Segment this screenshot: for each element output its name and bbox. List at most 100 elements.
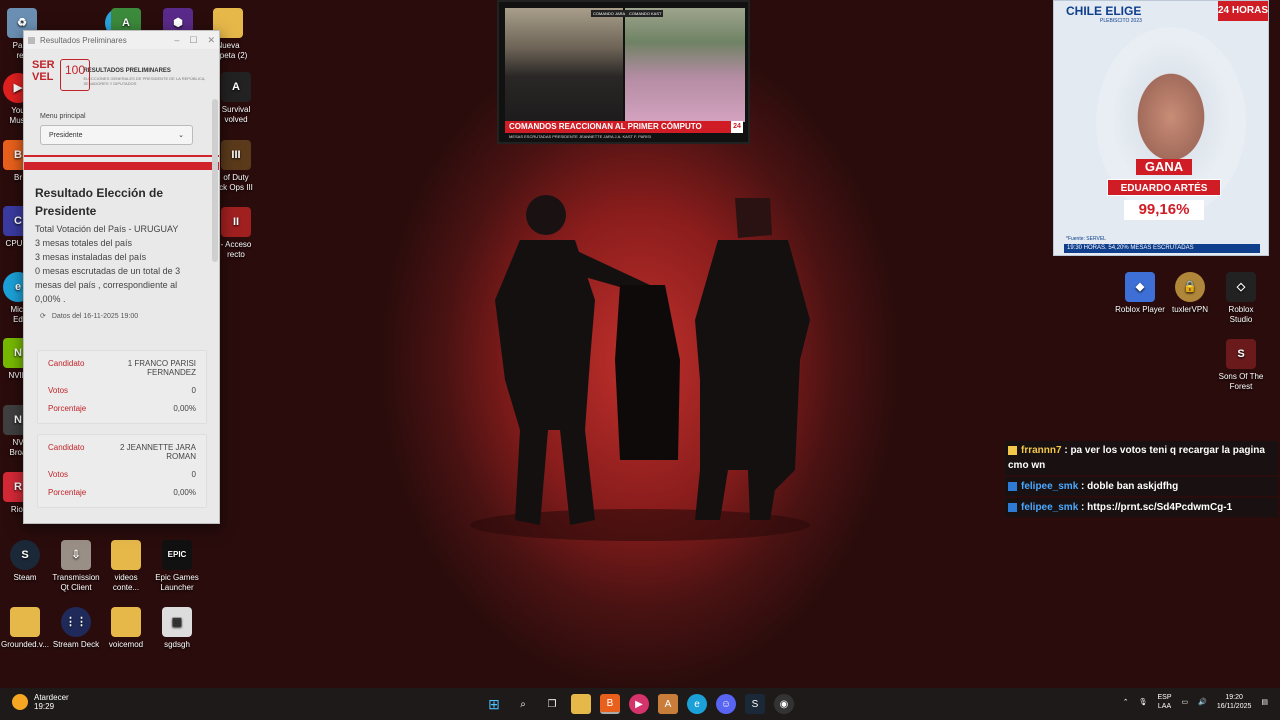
roblox-studio-icon: ◇	[1226, 272, 1256, 302]
chat-message: frrannn7 : pa ver los votos teni q recar…	[1005, 441, 1278, 475]
taskbar: Atardecer 19:29 ⊞ ⌕ ❐ B ▶ A e ☺ S ◉ ⌃ 🎙 …	[0, 688, 1280, 720]
window-titlebar[interactable]: Resultados Preliminares – ☐ ✕	[24, 31, 219, 49]
clock-date: 16/11/2025	[1216, 703, 1252, 710]
candidate-key: Candidato	[48, 443, 85, 452]
election-graphic: CHILE ELIGE PLEBISCITO 2023 24 HORAS GAN…	[1053, 0, 1269, 256]
refresh-icon[interactable]: ⟳	[40, 312, 46, 320]
scrollbar[interactable]	[212, 99, 218, 262]
close-icon[interactable]: ✕	[207, 35, 215, 46]
weather-widget[interactable]: Atardecer 19:29	[12, 693, 69, 711]
candidate-name: 2 JEANNETTE JARA ROMAN	[119, 443, 196, 461]
summary-line: 0 mesas escrutadas de un total de 3 mesa…	[35, 266, 181, 304]
windows-start-icon[interactable]: ⊞	[484, 694, 504, 714]
maximize-icon[interactable]: ☐	[189, 35, 197, 46]
news-tag: COMANDO KAST	[627, 10, 664, 17]
app-icon	[28, 36, 35, 44]
percent-key: Porcentaje	[48, 404, 87, 413]
desktop-icon-epic[interactable]: EPIC Epic Games Launcher	[145, 540, 209, 593]
source-note: *Fuente: SERVEL	[1066, 236, 1106, 242]
chat-badge-icon	[1008, 481, 1017, 491]
winner-percent: 99,16%	[1124, 200, 1204, 220]
news-overlay: COMANDO JARA COMANDO KAST COMANDOS REACC…	[497, 0, 750, 144]
desktop-icon-sgdsgh[interactable]: ▦ sgdsgh	[145, 607, 209, 650]
channel-logo: 24 HORAS	[1218, 1, 1268, 21]
votes-key: Votos	[48, 386, 69, 395]
chat-badge-icon	[1008, 445, 1017, 455]
folder-icon	[111, 540, 141, 570]
media-player-icon[interactable]: ▶	[629, 694, 649, 714]
news-banner: COMANDOS REACCIONAN AL PRIMER CÓMPUTO	[505, 121, 743, 133]
anniversary-badge: 100	[60, 59, 90, 91]
transmission-icon: ⇩	[61, 540, 91, 570]
desktop-icon-sons-forest[interactable]: S Sons Of The Forest	[1209, 339, 1273, 392]
edge-icon[interactable]: e	[687, 694, 707, 714]
image-file-icon: ▦	[162, 607, 192, 637]
divider	[24, 162, 219, 170]
servel-wordmark: SER VEL	[32, 59, 55, 83]
elige-brand: CHILE ELIGE	[1066, 4, 1142, 18]
roblox-icon: ◆	[1125, 272, 1155, 302]
task-view-icon[interactable]: ❐	[542, 694, 562, 714]
microphone-icon[interactable]: 🎙	[1139, 698, 1148, 706]
winner-label: GANA	[1136, 159, 1192, 175]
page-subheading: ELECCIONES GENERALES DE PRESIDENTE DE LA…	[83, 76, 206, 86]
menu-select-value: Presidente	[49, 131, 83, 139]
steam-icon: S	[10, 540, 40, 570]
language-indicator[interactable]: ESP LAA	[1158, 693, 1172, 711]
sons-forest-icon: S	[1226, 339, 1256, 369]
chat-text: : https://prnt.sc/Sd4PcdwmCg-1	[1081, 502, 1233, 513]
desktop-icon-label: Sons Of The Forest	[1218, 372, 1264, 391]
results-window[interactable]: Resultados Preliminares – ☐ ✕ SER VEL 10…	[23, 30, 220, 524]
window-title: Resultados Preliminares	[40, 35, 127, 45]
chat-badge-icon	[1008, 502, 1017, 512]
candidate-name: 1 FRANCO PARISI FERNANDEZ	[127, 359, 196, 377]
update-info: ⟳ Datos del 16-11-2025 19:00	[40, 312, 219, 321]
winner-name: EDUARDO ARTÉS	[1107, 179, 1221, 196]
chat-username: felipee_smk	[1021, 502, 1079, 513]
page-heading: RESULTADOS PRELIMINARES	[83, 68, 171, 74]
weather-time: 19:29	[34, 702, 55, 711]
divider	[24, 155, 219, 157]
clock[interactable]: 19:20 16/11/2025	[1217, 693, 1252, 711]
votes-value: 0	[191, 386, 196, 395]
chat-username: frrannn7	[1021, 445, 1062, 456]
desktop-icon-label: Roblox Studio	[1228, 305, 1254, 324]
summary-line: 3 mesas totales del país	[35, 238, 133, 248]
candidate-card: Candidato 2 JEANNETTE JARA ROMAN Votos 0 P…	[37, 434, 207, 508]
chat-username: felipee_smk	[1021, 481, 1079, 492]
sunset-icon	[12, 694, 28, 710]
news-tag: COMANDO JARA	[591, 10, 628, 17]
result-summary: Total Votación del País - URUGUAY 3 mesa…	[35, 222, 203, 306]
stream-deck-icon: ⋮⋮	[61, 607, 91, 637]
update-timestamp: Datos del 16-11-2025 19:00	[51, 312, 139, 320]
clock-time: 19:20	[1225, 694, 1243, 701]
file-explorer-icon[interactable]	[571, 694, 591, 714]
brave-icon[interactable]: B	[600, 694, 620, 714]
percent-value: 0,00%	[173, 488, 196, 497]
servel-logo: SER VEL 100	[30, 57, 90, 97]
network-icon[interactable]: ▭	[1182, 698, 1189, 706]
epic-games-icon: EPIC	[162, 540, 192, 570]
menu-select[interactable]: Presidente ⌄	[40, 125, 193, 145]
lang-code: ESP	[1157, 694, 1172, 701]
steam-icon[interactable]: S	[745, 694, 765, 714]
elige-subtitle: PLEBISCITO 2023	[1100, 18, 1142, 24]
system-tray: ⌃ 🎙 ESP LAA ▭ 🔊 19:20 16/11/2025 ▤	[1123, 693, 1268, 711]
search-icon[interactable]: ⌕	[513, 694, 533, 714]
volume-icon[interactable]: 🔊	[1198, 698, 1207, 706]
percent-key: Porcentaje	[48, 488, 87, 497]
obs-icon[interactable]: ◉	[774, 694, 794, 714]
chat-message: felipee_smk : https://prnt.sc/Sd4PcdwmCg…	[1005, 498, 1278, 517]
discord-icon[interactable]: ☺	[716, 694, 736, 714]
candidate-key: Candidato	[48, 359, 85, 368]
summary-line: Total Votación del País - URUGUAY	[35, 224, 179, 234]
chevron-up-icon[interactable]: ⌃	[1123, 698, 1129, 706]
summary-line: 3 mesas instaladas del país	[35, 252, 147, 262]
ark-icon: A	[221, 72, 251, 102]
desktop-icon-roblox-studio[interactable]: ◇ Roblox Studio	[1209, 272, 1273, 325]
minimize-icon[interactable]: –	[174, 35, 179, 46]
result-title: Resultado Elección de Presidente	[35, 186, 164, 218]
cod-icon: III	[221, 140, 251, 170]
notification-icon[interactable]: ▤	[1261, 698, 1268, 706]
app-icon[interactable]: A	[658, 694, 678, 714]
